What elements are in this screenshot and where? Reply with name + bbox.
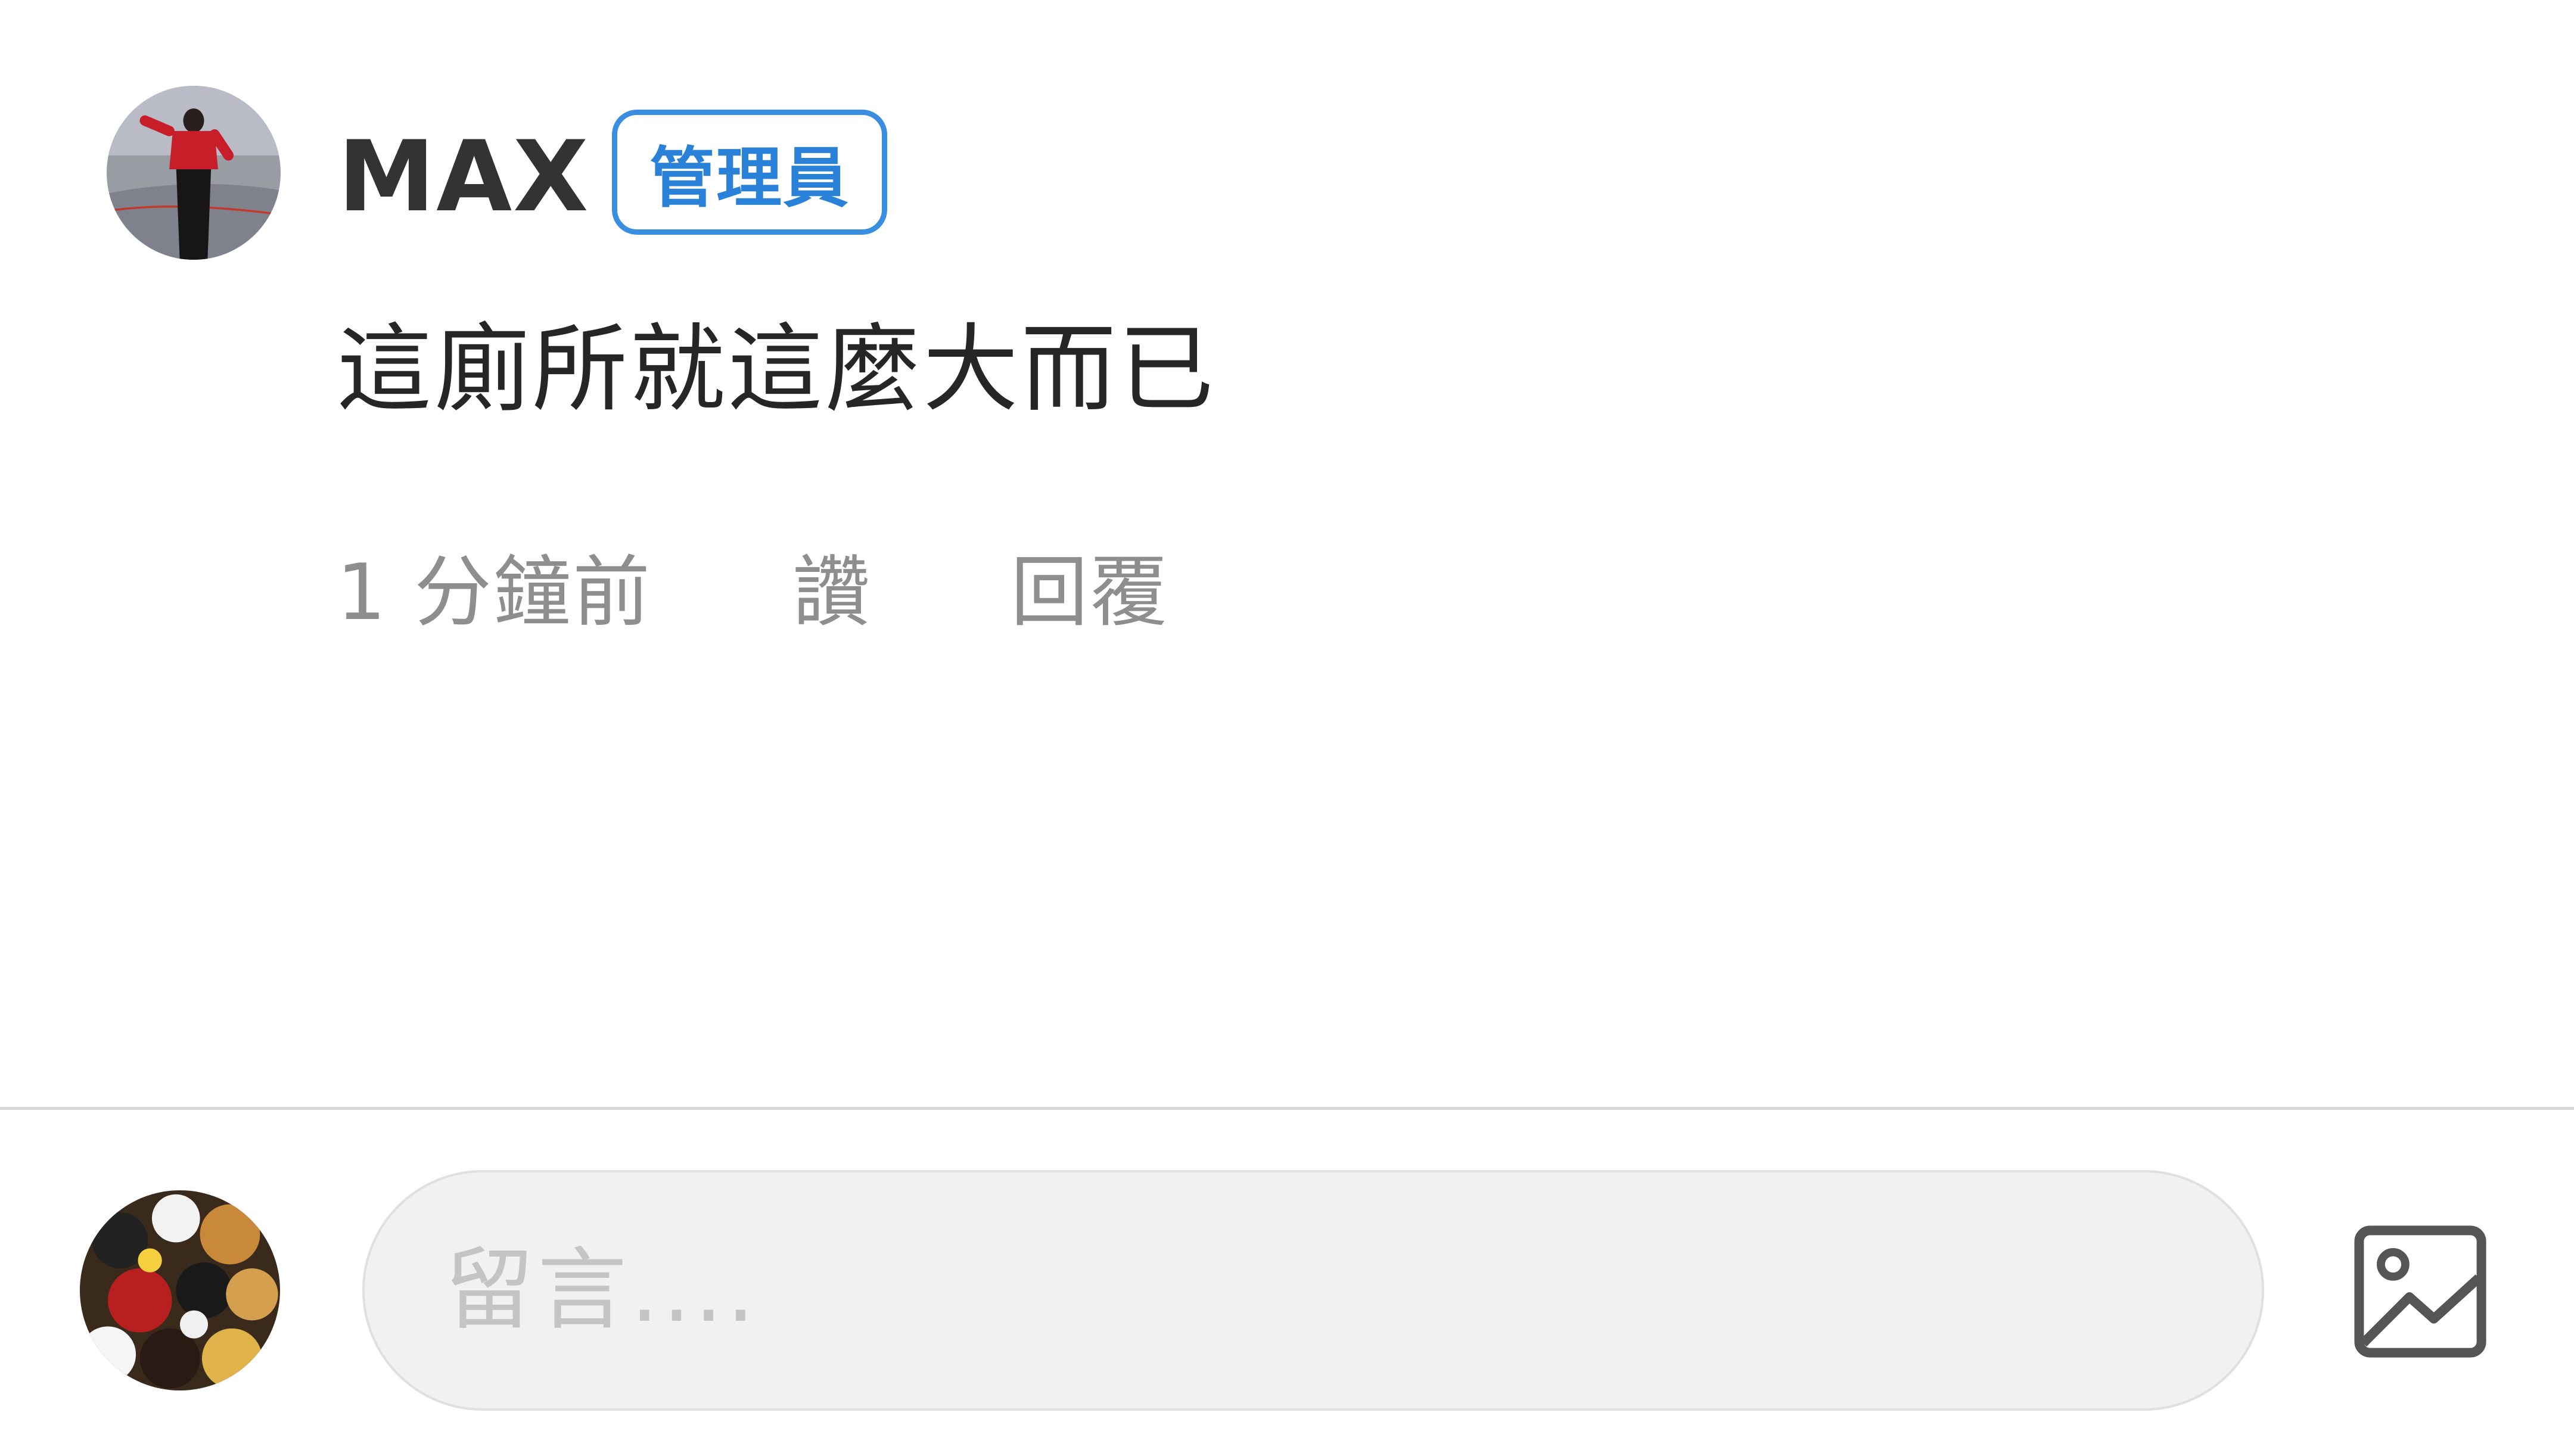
image-icon	[2354, 1225, 2486, 1358]
comment-input[interactable]	[362, 1170, 2264, 1411]
reply-button[interactable]: 回覆	[1011, 530, 1169, 642]
admin-badge: 管理員	[612, 110, 887, 235]
comment-text: 這廁所就這麼大而已	[337, 313, 1217, 425]
current-user-avatar[interactable]	[80, 1190, 280, 1390]
image-upload-button[interactable]	[2352, 1224, 2488, 1359]
author-name[interactable]: MAX	[338, 114, 590, 239]
comment-actions: 1 分鐘前 讚 回覆	[337, 529, 1169, 642]
comment-timestamp: 1 分鐘前	[337, 547, 652, 637]
commenter-avatar[interactable]	[107, 86, 281, 260]
composer-divider	[0, 1107, 2574, 1110]
like-button[interactable]: 讚	[792, 530, 870, 642]
